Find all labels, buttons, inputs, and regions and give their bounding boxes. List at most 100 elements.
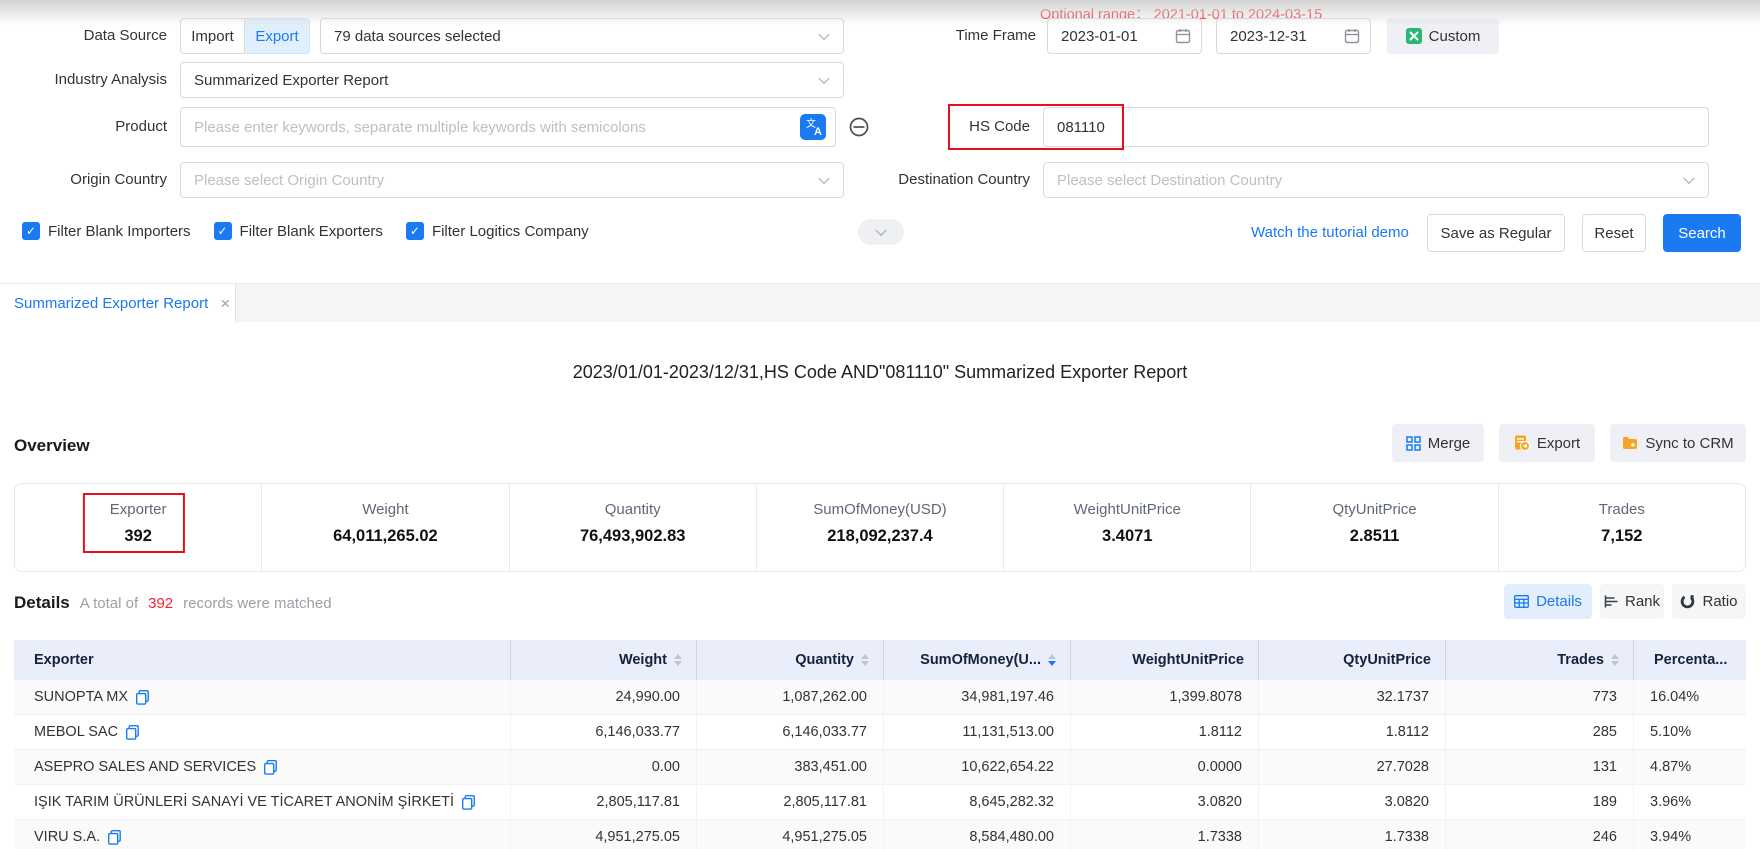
table-header-row: Exporter Weight Quantity SumOfMoney(U... [14, 640, 1746, 680]
translate-icon[interactable]: 文A [800, 114, 826, 140]
stat-value: 2.8511 [1350, 527, 1400, 546]
data-source-label: Data Source [0, 18, 167, 54]
exporter-name[interactable]: SUNOPTA MX [34, 689, 128, 705]
calendar-icon [1175, 28, 1191, 44]
reset-button[interactable]: Reset [1582, 214, 1646, 252]
export-button[interactable]: Export [1499, 424, 1595, 462]
view-rank-button[interactable]: Rank [1600, 584, 1664, 619]
tab-label: Summarized Exporter Report [14, 295, 208, 312]
copy-icon[interactable] [462, 795, 475, 810]
view-details-button[interactable]: Details [1504, 584, 1592, 619]
filter-checkbox[interactable]: ✓ Filter Blank Importers [22, 222, 191, 240]
filter-checkbox-group: ✓ Filter Blank Importers ✓ Filter Blank … [22, 222, 589, 240]
table-row[interactable]: ASEPRO SALES AND SERVICES 0.00 383,451.0… [14, 750, 1746, 785]
search-button[interactable]: Search [1663, 214, 1741, 252]
details-view-icon [1514, 595, 1529, 608]
export-toggle-button[interactable]: Export [245, 18, 310, 54]
details-heading: Details [14, 593, 70, 613]
copy-icon[interactable] [136, 690, 149, 705]
column-header[interactable]: Exporter [14, 640, 511, 680]
date-from-input[interactable]: 2023-01-01 [1047, 18, 1202, 54]
tab-summarized-exporter-report[interactable]: Summarized Exporter Report × [0, 284, 236, 323]
percentage-cell: 5.10% [1634, 715, 1746, 749]
copy-icon[interactable] [126, 725, 139, 740]
details-summary: Details A total of 392 records were matc… [14, 593, 332, 613]
filter-checkbox[interactable]: ✓ Filter Blank Exporters [214, 222, 383, 240]
stat-label: Exporter [110, 501, 167, 518]
close-icon[interactable]: × [220, 295, 230, 312]
column-header[interactable]: QtyUnitPrice [1259, 640, 1446, 680]
quantity-cell: 383,451.00 [697, 750, 884, 784]
percentage-cell: 4.87% [1634, 750, 1746, 784]
table-body: SUNOPTA MX 24,990.00 1,087,262.00 34,981… [14, 680, 1746, 849]
checkbox-label: Filter Blank Exporters [240, 223, 383, 240]
minus-circle-icon[interactable] [848, 116, 870, 138]
table-row[interactable]: MEBOL SAC 6,146,033.77 6,146,033.77 11,1… [14, 715, 1746, 750]
custom-button-label: Custom [1429, 28, 1481, 45]
data-sources-value: 79 data sources selected [321, 28, 501, 45]
date-from-value: 2023-01-01 [1048, 28, 1138, 45]
table-row[interactable]: SUNOPTA MX 24,990.00 1,087,262.00 34,981… [14, 680, 1746, 715]
save-as-regular-button[interactable]: Save as Regular [1427, 214, 1565, 252]
column-header[interactable]: Quantity [697, 640, 884, 680]
overview-stat: QtyUnitPrice 2.8511 [1250, 484, 1497, 571]
view-ratio-button[interactable]: Ratio [1672, 584, 1746, 619]
stat-value: 218,092,237.4 [827, 527, 933, 546]
exporter-name[interactable]: ASEPRO SALES AND SERVICES [34, 759, 256, 775]
exporter-name[interactable]: VIRU S.A. [34, 829, 100, 845]
view-ratio-label: Ratio [1702, 593, 1737, 610]
percentage-cell: 3.96% [1634, 785, 1746, 819]
sync-to-crm-button[interactable]: Sync to CRM [1610, 424, 1746, 462]
exporter-name[interactable]: IŞIK TARIM ÜRÜNLERİ SANAYİ VE TİCARET AN… [34, 794, 454, 810]
industry-analysis-select[interactable]: Summarized Exporter Report [180, 62, 844, 98]
qty-unit-price-cell: 32.1737 [1259, 680, 1446, 714]
product-keywords-input[interactable] [180, 107, 836, 147]
merge-button[interactable]: Merge [1392, 424, 1484, 462]
column-header[interactable]: WeightUnitPrice [1071, 640, 1259, 680]
filter-checkbox[interactable]: ✓ Filter Logitics Company [406, 222, 589, 240]
import-toggle-button[interactable]: Import [180, 18, 245, 54]
copy-icon[interactable] [264, 760, 277, 775]
overview-stat: Quantity 76,493,902.83 [509, 484, 756, 571]
table-row[interactable]: VIRU S.A. 4,951,275.05 4,951,275.05 8,58… [14, 820, 1746, 849]
tutorial-demo-link[interactable]: Watch the tutorial demo [1251, 224, 1409, 241]
column-header-label: Weight [619, 652, 667, 668]
ratio-view-icon [1680, 594, 1695, 609]
quantity-cell: 1,087,262.00 [697, 680, 884, 714]
column-header[interactable]: Percenta... [1634, 640, 1746, 680]
sort-icon[interactable] [861, 654, 869, 666]
origin-country-select[interactable]: Please select Origin Country [180, 162, 844, 198]
collapse-filters-toggle[interactable] [858, 219, 904, 245]
table-row[interactable]: IŞIK TARIM ÜRÜNLERİ SANAYİ VE TİCARET AN… [14, 785, 1746, 820]
chevron-down-icon [818, 173, 829, 184]
report-title: 2023/01/01-2023/12/31,HS Code AND"081110… [0, 362, 1760, 383]
merge-icon [1406, 436, 1421, 451]
percentage-cell: 16.04% [1634, 680, 1746, 714]
destination-country-placeholder: Please select Destination Country [1044, 172, 1282, 189]
sort-icon[interactable] [1048, 654, 1056, 666]
custom-range-button[interactable]: Custom [1387, 18, 1499, 54]
trades-cell: 189 [1446, 785, 1634, 819]
column-header[interactable]: Weight [511, 640, 697, 680]
hs-code-input[interactable] [1043, 107, 1709, 147]
column-header[interactable]: Trades [1446, 640, 1634, 680]
sort-icon[interactable] [1611, 654, 1619, 666]
checkbox-checked-icon[interactable]: ✓ [22, 222, 40, 240]
checkbox-checked-icon[interactable]: ✓ [406, 222, 424, 240]
sum-of-money-cell: 11,131,513.00 [884, 715, 1071, 749]
copy-icon[interactable] [108, 830, 121, 845]
date-to-value: 2023-12-31 [1217, 28, 1307, 45]
exporter-name[interactable]: MEBOL SAC [34, 724, 118, 740]
time-frame-label: Time Frame [884, 18, 1036, 54]
trades-cell: 131 [1446, 750, 1634, 784]
svg-text:A: A [814, 126, 822, 138]
weight-unit-price-cell: 3.0820 [1071, 785, 1259, 819]
sort-icon[interactable] [674, 654, 682, 666]
destination-country-select[interactable]: Please select Destination Country [1043, 162, 1709, 198]
date-to-input[interactable]: 2023-12-31 [1216, 18, 1371, 54]
column-header[interactable]: SumOfMoney(U... [884, 640, 1071, 680]
data-sources-select[interactable]: 79 data sources selected [320, 18, 844, 54]
weight-unit-price-cell: 1.8112 [1071, 715, 1259, 749]
overview-stat: SumOfMoney(USD) 218,092,237.4 [756, 484, 1003, 571]
checkbox-checked-icon[interactable]: ✓ [214, 222, 232, 240]
